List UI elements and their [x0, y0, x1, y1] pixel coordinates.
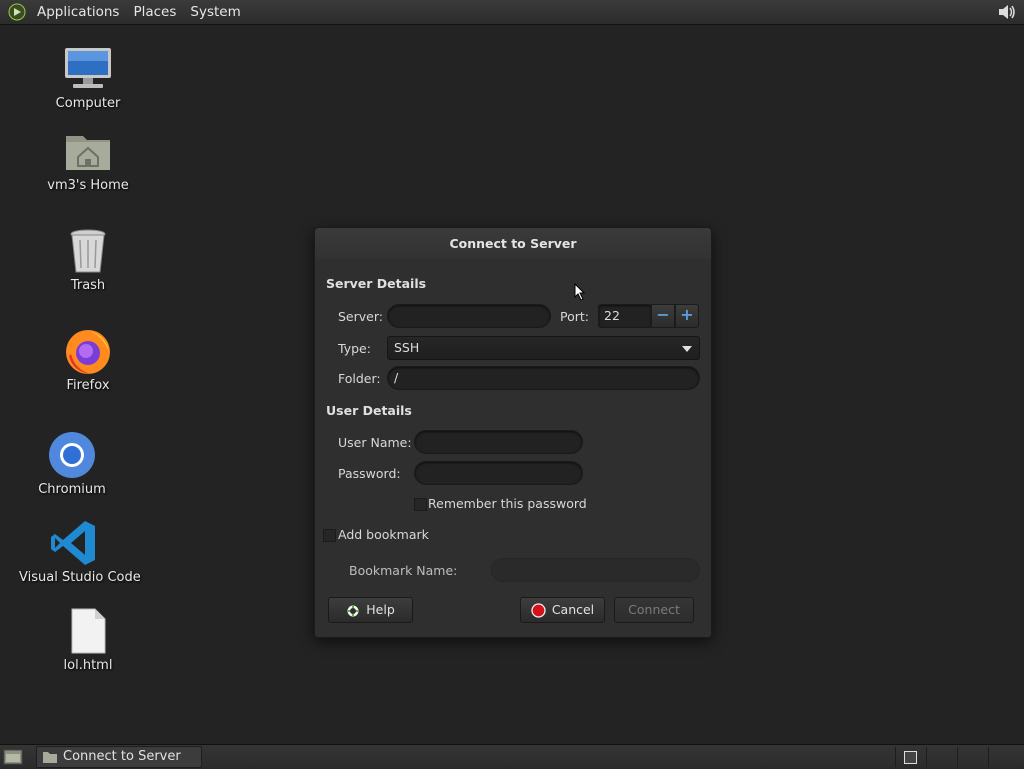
desktop-icon-label: vm3's Home	[47, 178, 129, 193]
server-details-heading: Server Details	[326, 276, 427, 291]
cancel-button-label: Cancel	[551, 602, 595, 617]
connect-to-server-dialog: Connect to Server Server Details Server:…	[314, 227, 712, 638]
add-bookmark-label[interactable]: Add bookmark	[338, 527, 429, 542]
port-label: Port:	[560, 309, 589, 324]
taskbar-item-label: Connect to Server	[63, 749, 181, 764]
html-file-icon	[71, 608, 106, 654]
server-label: Server:	[338, 309, 383, 324]
desktop-icon-label: Firefox	[66, 378, 110, 393]
bookmark-name-input[interactable]	[491, 558, 700, 582]
folder-label: Folder:	[338, 371, 381, 386]
workspace-window-thumb	[904, 751, 917, 764]
workspace-3[interactable]	[957, 747, 988, 767]
folder-input[interactable]: /	[387, 366, 700, 390]
volume-icon[interactable]	[996, 2, 1018, 22]
desktop-icon-vscode[interactable]: Visual Studio Code	[19, 518, 141, 585]
remember-password-label[interactable]: Remember this password	[428, 496, 587, 511]
desktop-icon-firefox[interactable]: Firefox	[33, 326, 143, 393]
vscode-icon	[51, 521, 95, 565]
port-decrement-button[interactable]: −	[651, 304, 675, 328]
password-input[interactable]	[414, 461, 583, 485]
desktop-icon-label: Visual Studio Code	[19, 570, 141, 585]
desktop-icon-lol-html[interactable]: lol.html	[33, 606, 143, 673]
type-select-value: SSH	[394, 340, 420, 355]
desktop-icon-home[interactable]: vm3's Home	[33, 126, 143, 193]
plus-icon: +	[680, 305, 694, 324]
minus-icon: −	[656, 305, 670, 324]
connect-button[interactable]: Connect	[614, 597, 694, 623]
chromium-icon	[49, 432, 95, 478]
desktop-icon-trash[interactable]: Trash	[33, 226, 143, 293]
desktop-icon-label: lol.html	[63, 658, 113, 673]
add-bookmark-checkbox[interactable]	[323, 529, 336, 542]
mouse-cursor-icon	[574, 283, 586, 301]
dropdown-arrow-icon	[682, 346, 692, 352]
bottom-panel: Connect to Server	[0, 744, 1024, 769]
remember-password-checkbox[interactable]	[414, 498, 427, 511]
trash-icon	[70, 229, 106, 273]
workspace-4[interactable]	[988, 747, 1023, 767]
desktop-icon-chromium[interactable]: Chromium	[17, 430, 127, 497]
type-select[interactable]: SSH	[387, 336, 700, 360]
type-label: Type:	[338, 341, 371, 356]
workspace-2[interactable]	[926, 747, 957, 767]
username-input[interactable]	[414, 430, 583, 454]
server-input[interactable]	[387, 304, 551, 328]
desktop-icon-computer[interactable]: Computer	[33, 44, 143, 111]
home-folder-icon	[66, 136, 110, 170]
show-desktop-icon[interactable]	[3, 749, 23, 765]
user-details-heading: User Details	[326, 403, 412, 418]
help-button-label: Help	[366, 602, 395, 617]
folder-icon	[43, 752, 57, 763]
password-label: Password:	[338, 466, 401, 481]
menu-places[interactable]: Places	[126, 0, 183, 24]
menu-system[interactable]: System	[183, 0, 247, 24]
help-icon	[346, 604, 360, 617]
menu-applications[interactable]: Applications	[30, 0, 126, 24]
taskbar-item-connect-to-server[interactable]: Connect to Server	[36, 746, 202, 768]
cancel-button[interactable]: Cancel	[520, 597, 605, 623]
desktop-icon-label: Trash	[70, 278, 106, 293]
workspace-1[interactable]	[895, 747, 926, 767]
port-increment-button[interactable]: +	[675, 304, 699, 328]
top-panel: Applications Places System	[0, 0, 1024, 25]
dialog-title: Connect to Server	[315, 228, 711, 259]
firefox-icon	[66, 330, 110, 374]
desktop-icon-label: Chromium	[38, 482, 106, 497]
help-button[interactable]: Help	[328, 597, 413, 623]
desktop-icon-label: Computer	[55, 96, 121, 111]
main-menu-icon[interactable]	[8, 3, 26, 21]
username-label: User Name:	[338, 435, 412, 450]
computer-icon	[65, 48, 111, 88]
bookmark-name-label: Bookmark Name:	[349, 563, 458, 578]
cancel-icon	[531, 603, 546, 618]
port-input[interactable]: 22	[598, 304, 652, 328]
